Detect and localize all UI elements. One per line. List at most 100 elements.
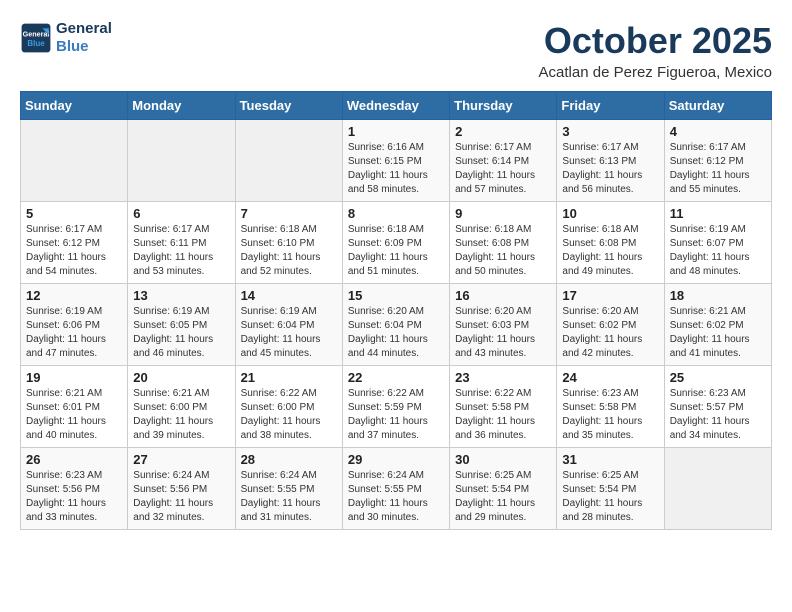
day-number: 27 xyxy=(133,452,229,467)
calendar-cell: 20 Sunrise: 6:21 AM Sunset: 6:00 PM Dayli… xyxy=(128,366,235,448)
day-number: 10 xyxy=(562,206,658,221)
day-info: Sunrise: 6:20 AM Sunset: 6:02 PM Dayligh… xyxy=(562,305,658,361)
day-info: Sunrise: 6:24 AM Sunset: 5:55 PM Dayligh… xyxy=(348,469,444,525)
day-info: Sunrise: 6:23 AM Sunset: 5:57 PM Dayligh… xyxy=(670,387,766,443)
svg-text:Blue: Blue xyxy=(27,39,45,48)
calendar-cell: 19 Sunrise: 6:21 AM Sunset: 6:01 PM Dayli… xyxy=(21,366,128,448)
day-number: 4 xyxy=(670,124,766,139)
day-info: Sunrise: 6:24 AM Sunset: 5:56 PM Dayligh… xyxy=(133,469,229,525)
calendar-cell: 5 Sunrise: 6:17 AM Sunset: 6:12 PM Daylig… xyxy=(21,202,128,284)
day-info: Sunrise: 6:19 AM Sunset: 6:05 PM Dayligh… xyxy=(133,305,229,361)
day-info: Sunrise: 6:19 AM Sunset: 6:07 PM Dayligh… xyxy=(670,223,766,279)
logo-icon: General Blue xyxy=(20,22,52,54)
day-info: Sunrise: 6:17 AM Sunset: 6:13 PM Dayligh… xyxy=(562,141,658,197)
logo-text-line1: General xyxy=(56,20,112,38)
day-number: 29 xyxy=(348,452,444,467)
day-info: Sunrise: 6:21 AM Sunset: 6:01 PM Dayligh… xyxy=(26,387,122,443)
day-info: Sunrise: 6:17 AM Sunset: 6:14 PM Dayligh… xyxy=(455,141,551,197)
day-number: 11 xyxy=(670,206,766,221)
day-number: 23 xyxy=(455,370,551,385)
day-number: 15 xyxy=(348,288,444,303)
day-info: Sunrise: 6:21 AM Sunset: 6:02 PM Dayligh… xyxy=(670,305,766,361)
calendar-cell: 7 Sunrise: 6:18 AM Sunset: 6:10 PM Daylig… xyxy=(235,202,342,284)
day-number: 25 xyxy=(670,370,766,385)
calendar-cell: 6 Sunrise: 6:17 AM Sunset: 6:11 PM Daylig… xyxy=(128,202,235,284)
calendar-cell: 15 Sunrise: 6:20 AM Sunset: 6:04 PM Dayli… xyxy=(342,284,449,366)
weekday-header-tuesday: Tuesday xyxy=(235,92,342,120)
day-info: Sunrise: 6:17 AM Sunset: 6:11 PM Dayligh… xyxy=(133,223,229,279)
calendar-cell: 24Sunrise: 6:23 AM Sunset: 5:58 PM Dayli… xyxy=(557,366,664,448)
day-number: 8 xyxy=(348,206,444,221)
weekday-header-monday: Monday xyxy=(128,92,235,120)
day-info: Sunrise: 6:18 AM Sunset: 6:08 PM Dayligh… xyxy=(455,223,551,279)
day-info: Sunrise: 6:20 AM Sunset: 6:03 PM Dayligh… xyxy=(455,305,551,361)
calendar-cell xyxy=(21,120,128,202)
calendar-cell: 23 Sunrise: 6:22 AM Sunset: 5:58 PM Dayli… xyxy=(450,366,557,448)
day-info: Sunrise: 6:19 AM Sunset: 6:04 PM Dayligh… xyxy=(241,305,337,361)
day-number: 1 xyxy=(348,124,444,139)
day-info: Sunrise: 6:20 AM Sunset: 6:04 PM Dayligh… xyxy=(348,305,444,361)
weekday-header-thursday: Thursday xyxy=(450,92,557,120)
calendar-cell: 26Sunrise: 6:23 AM Sunset: 5:56 PM Dayli… xyxy=(21,448,128,530)
day-info: Sunrise: 6:17 AM Sunset: 6:12 PM Dayligh… xyxy=(26,223,122,279)
calendar-cell: 3 Sunrise: 6:17 AM Sunset: 6:13 PM Daylig… xyxy=(557,120,664,202)
day-info: Sunrise: 6:17 AM Sunset: 6:12 PM Dayligh… xyxy=(670,141,766,197)
day-info: Sunrise: 6:23 AM Sunset: 5:58 PM Dayligh… xyxy=(562,387,658,443)
day-info: Sunrise: 6:16 AM Sunset: 6:15 PM Dayligh… xyxy=(348,141,444,197)
calendar-cell: 12Sunrise: 6:19 AM Sunset: 6:06 PM Dayli… xyxy=(21,284,128,366)
calendar-cell: 31 Sunrise: 6:25 AM Sunset: 5:54 PM Dayli… xyxy=(557,448,664,530)
day-info: Sunrise: 6:21 AM Sunset: 6:00 PM Dayligh… xyxy=(133,387,229,443)
calendar-cell: 25 Sunrise: 6:23 AM Sunset: 5:57 PM Dayli… xyxy=(664,366,771,448)
day-number: 16 xyxy=(455,288,551,303)
calendar-cell: 11 Sunrise: 6:19 AM Sunset: 6:07 PM Dayli… xyxy=(664,202,771,284)
calendar-cell: 16 Sunrise: 6:20 AM Sunset: 6:03 PM Dayli… xyxy=(450,284,557,366)
header: General Blue General Blue October 2025 A… xyxy=(20,20,772,81)
calendar-cell: 1 Sunrise: 6:16 AM Sunset: 6:15 PM Daylig… xyxy=(342,120,449,202)
day-number: 14 xyxy=(241,288,337,303)
day-number: 20 xyxy=(133,370,229,385)
calendar-cell xyxy=(664,448,771,530)
calendar-cell: 28Sunrise: 6:24 AM Sunset: 5:55 PM Dayli… xyxy=(235,448,342,530)
weekday-header-sunday: Sunday xyxy=(21,92,128,120)
calendar-cell xyxy=(128,120,235,202)
weekday-header-row: SundayMondayTuesdayWednesdayThursdayFrid… xyxy=(21,92,772,120)
calendar-week-row: 19 Sunrise: 6:21 AM Sunset: 6:01 PM Dayli… xyxy=(21,366,772,448)
calendar-cell: 13 Sunrise: 6:19 AM Sunset: 6:05 PM Dayli… xyxy=(128,284,235,366)
month-title: October 2025 xyxy=(539,20,772,62)
location-subtitle: Acatlan de Perez Figueroa, Mexico xyxy=(539,64,772,81)
calendar-week-row: 26Sunrise: 6:23 AM Sunset: 5:56 PM Dayli… xyxy=(21,448,772,530)
day-number: 6 xyxy=(133,206,229,221)
title-area: October 2025 Acatlan de Perez Figueroa, … xyxy=(539,20,772,81)
day-number: 22 xyxy=(348,370,444,385)
day-info: Sunrise: 6:18 AM Sunset: 6:10 PM Dayligh… xyxy=(241,223,337,279)
logo-text-line2: Blue xyxy=(56,38,112,56)
calendar-cell: 27 Sunrise: 6:24 AM Sunset: 5:56 PM Dayli… xyxy=(128,448,235,530)
day-number: 26 xyxy=(26,452,122,467)
day-number: 13 xyxy=(133,288,229,303)
calendar-cell: 21Sunrise: 6:22 AM Sunset: 6:00 PM Dayli… xyxy=(235,366,342,448)
calendar-cell: 10Sunrise: 6:18 AM Sunset: 6:08 PM Dayli… xyxy=(557,202,664,284)
weekday-header-saturday: Saturday xyxy=(664,92,771,120)
day-number: 28 xyxy=(241,452,337,467)
day-number: 3 xyxy=(562,124,658,139)
day-info: Sunrise: 6:25 AM Sunset: 5:54 PM Dayligh… xyxy=(455,469,551,525)
calendar-cell xyxy=(235,120,342,202)
day-info: Sunrise: 6:18 AM Sunset: 6:09 PM Dayligh… xyxy=(348,223,444,279)
weekday-header-wednesday: Wednesday xyxy=(342,92,449,120)
calendar-cell: 14 Sunrise: 6:19 AM Sunset: 6:04 PM Dayli… xyxy=(235,284,342,366)
day-number: 9 xyxy=(455,206,551,221)
calendar-cell: 17 Sunrise: 6:20 AM Sunset: 6:02 PM Dayli… xyxy=(557,284,664,366)
day-number: 31 xyxy=(562,452,658,467)
day-number: 5 xyxy=(26,206,122,221)
day-number: 19 xyxy=(26,370,122,385)
calendar-cell: 9 Sunrise: 6:18 AM Sunset: 6:08 PM Daylig… xyxy=(450,202,557,284)
calendar-table: SundayMondayTuesdayWednesdayThursdayFrid… xyxy=(20,91,772,530)
day-info: Sunrise: 6:22 AM Sunset: 5:58 PM Dayligh… xyxy=(455,387,551,443)
day-number: 2 xyxy=(455,124,551,139)
day-number: 18 xyxy=(670,288,766,303)
calendar-cell: 30Sunrise: 6:25 AM Sunset: 5:54 PM Dayli… xyxy=(450,448,557,530)
day-number: 17 xyxy=(562,288,658,303)
day-info: Sunrise: 6:25 AM Sunset: 5:54 PM Dayligh… xyxy=(562,469,658,525)
day-number: 7 xyxy=(241,206,337,221)
calendar-week-row: 5 Sunrise: 6:17 AM Sunset: 6:12 PM Daylig… xyxy=(21,202,772,284)
